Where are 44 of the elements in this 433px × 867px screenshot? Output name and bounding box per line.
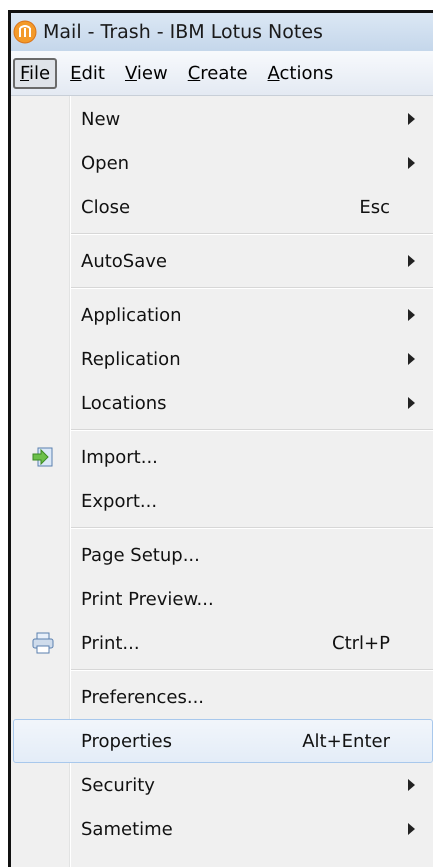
printer-icon bbox=[32, 632, 54, 654]
menu-item[interactable]: Properties Alt+Enter bbox=[13, 719, 433, 763]
menu-item[interactable]: Open bbox=[13, 141, 433, 185]
menu-item-label: New bbox=[80, 108, 122, 130]
menu-item-label: Print Preview... bbox=[80, 588, 215, 610]
menu-item-label: Sametime bbox=[80, 818, 174, 840]
menu-item-label: Page Setup... bbox=[80, 544, 201, 566]
menu-item-label: Print... bbox=[80, 632, 141, 654]
menu-item[interactable]: Export... bbox=[13, 479, 433, 523]
menu-item-label: Locations bbox=[80, 392, 168, 414]
menu-item[interactable]: Close Esc bbox=[13, 185, 433, 229]
menu-item-label: Preferences... bbox=[80, 686, 206, 708]
menu-bar-item[interactable]: File bbox=[13, 58, 58, 88]
menu-item[interactable]: Print Preview... bbox=[13, 577, 433, 621]
menu-item[interactable]: AutoSave bbox=[13, 239, 433, 283]
menu-item-label: Open bbox=[80, 152, 130, 174]
shortcut-text: Esc bbox=[358, 196, 390, 218]
menu-item-label: Security bbox=[80, 774, 156, 796]
menu-item-label: Application bbox=[80, 304, 183, 326]
menu-bar-item[interactable]: Edit bbox=[63, 58, 112, 88]
window-title: Mail - Trash - IBM Lotus Notes bbox=[43, 21, 323, 43]
menu-item[interactable]: Sametime bbox=[13, 807, 433, 851]
menu-item[interactable]: Security bbox=[13, 763, 433, 807]
menu-item[interactable]: Preferences... bbox=[13, 675, 433, 719]
menu-item-label: Close bbox=[80, 196, 132, 218]
shortcut-text: Alt+Enter bbox=[301, 730, 390, 752]
menu-item-label: Replication bbox=[80, 348, 182, 370]
shortcut-text: Ctrl+P bbox=[331, 632, 390, 654]
menu-item[interactable]: New bbox=[13, 97, 433, 141]
menu-bar-item[interactable]: Actions bbox=[260, 58, 340, 88]
menu-bar-item[interactable]: View bbox=[118, 58, 175, 88]
menu-item[interactable]: Page Setup... bbox=[13, 533, 433, 577]
import-arrow-icon bbox=[32, 446, 54, 468]
menu-item[interactable]: Replication bbox=[13, 337, 433, 381]
menu-item[interactable]: Import... bbox=[13, 435, 433, 479]
app-logo-icon bbox=[13, 20, 37, 44]
menu-item[interactable]: Application bbox=[13, 293, 433, 337]
menu-item-label: Import... bbox=[80, 446, 159, 468]
menu-item-label: AutoSave bbox=[80, 250, 168, 272]
menu-item[interactable]: Locations bbox=[13, 381, 433, 425]
menu-item-label: Export... bbox=[80, 490, 158, 512]
menu-bar-item[interactable]: Create bbox=[180, 58, 255, 88]
menu-item-label: Properties bbox=[80, 730, 173, 752]
menu-item[interactable]: Print... Ctrl+P bbox=[13, 621, 433, 665]
